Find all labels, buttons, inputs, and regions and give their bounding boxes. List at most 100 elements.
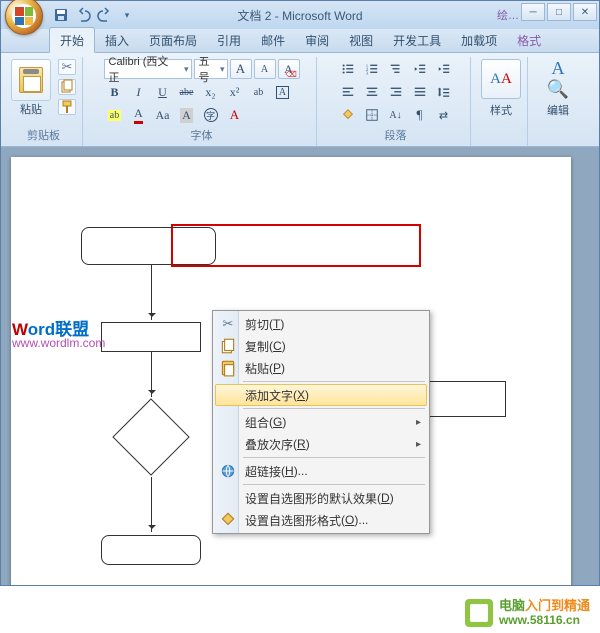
flowchart-decision[interactable]	[111, 397, 191, 477]
flowchart-arrow-1[interactable]	[151, 265, 152, 320]
editing-label: 编辑	[547, 102, 569, 118]
menu-add-text[interactable]: 添加文字(X)	[215, 384, 427, 406]
save-icon[interactable]	[53, 7, 69, 23]
shading-button[interactable]	[337, 105, 359, 125]
ribbon: 粘贴 ✂ 剪贴板 Calibri (西文正 五号 A A A⌫	[1, 53, 599, 147]
bullets-button[interactable]	[337, 59, 359, 79]
contextual-tab-group-label: 绘…	[497, 7, 519, 23]
menu-copy[interactable]: 复制(C)	[215, 335, 427, 357]
paragraph-group-label: 段落	[327, 125, 464, 146]
show-marks-button[interactable]: ¶	[409, 105, 431, 125]
menu-group-label: 组合	[245, 414, 269, 431]
menu-order[interactable]: 叠放次序(R)	[215, 433, 427, 455]
italic-button[interactable]: I	[128, 82, 150, 102]
align-right-button[interactable]	[385, 82, 407, 102]
watermark-url: www.wordlm.com	[12, 336, 105, 350]
group-paragraph: 123 A↓ ¶ ⇄	[321, 57, 471, 146]
borders-button[interactable]	[361, 105, 383, 125]
font-name-dropdown[interactable]: Calibri (西文正	[104, 59, 192, 79]
phonetic-guide-button[interactable]: ab	[248, 82, 270, 102]
strikethrough-button[interactable]: abe	[176, 82, 198, 102]
menu-copy-label: 复制	[245, 338, 269, 355]
subscript-button[interactable]: x₂	[200, 82, 222, 102]
flowchart-arrow-3[interactable]	[151, 477, 152, 532]
cut-icon: ✂	[219, 315, 237, 333]
minimize-button[interactable]: ─	[521, 3, 545, 21]
qat-dropdown-icon[interactable]: ▾	[119, 7, 135, 23]
menu-format-shape[interactable]: 设置自选图形格式(O)...	[215, 509, 427, 531]
group-editing: A 🔍 编辑	[532, 57, 584, 146]
numbering-button[interactable]: 123	[361, 59, 383, 79]
flowchart-arrow-2[interactable]	[151, 352, 152, 397]
cut-button[interactable]: ✂	[58, 59, 76, 75]
highlight-rectangle	[171, 224, 421, 267]
menu-defaults-label: 设置自选图形的默认效果	[245, 490, 377, 507]
justify-button[interactable]	[409, 82, 431, 102]
font-color-button[interactable]: A	[128, 105, 150, 125]
menu-paste[interactable]: 粘贴(P)	[215, 357, 427, 379]
char-shading-button[interactable]: A	[176, 105, 198, 125]
copy-button[interactable]	[58, 79, 76, 95]
font-group-label: 字体	[93, 125, 310, 146]
underline-button[interactable]: U	[152, 82, 174, 102]
grow-font-button[interactable]: A	[230, 59, 252, 79]
redo-icon[interactable]	[97, 7, 113, 23]
svg-text:3: 3	[365, 70, 368, 75]
bold-button[interactable]: B	[104, 82, 126, 102]
menu-group[interactable]: 组合(G)	[215, 411, 427, 433]
align-center-button[interactable]	[361, 82, 383, 102]
tab-format[interactable]: 格式	[507, 28, 551, 52]
tab-mailings[interactable]: 邮件	[251, 28, 295, 52]
format-shape-icon	[219, 511, 237, 529]
styles-button[interactable]: AA	[481, 59, 521, 99]
menu-order-label: 叠放次序	[245, 436, 293, 453]
align-left-button[interactable]	[337, 82, 359, 102]
group-styles: AA 样式	[475, 57, 528, 146]
menu-cut[interactable]: ✂ 剪切(T)	[215, 313, 427, 335]
menu-hyperlink-label: 超链接	[245, 463, 281, 480]
superscript-button[interactable]: x²	[224, 82, 246, 102]
menu-set-defaults[interactable]: 设置自选图形的默认效果(D)	[215, 487, 427, 509]
decrease-indent-button[interactable]	[409, 59, 431, 79]
multilevel-list-button[interactable]	[385, 59, 407, 79]
paste-icon	[19, 67, 43, 93]
flowchart-terminator-2[interactable]	[101, 535, 201, 565]
flowchart-process-1[interactable]	[101, 322, 201, 352]
clipboard-group-label: 剪贴板	[11, 125, 76, 146]
char-border-button[interactable]: A	[272, 82, 294, 102]
menu-format-shape-label: 设置自选图形格式	[245, 512, 341, 529]
tab-home[interactable]: 开始	[49, 27, 95, 53]
close-button[interactable]: ✕	[573, 3, 597, 21]
tab-addins[interactable]: 加载项	[451, 28, 507, 52]
paste-label: 粘贴	[20, 101, 42, 117]
highlight-button[interactable]: ab	[104, 105, 126, 125]
format-painter-button[interactable]	[58, 99, 76, 115]
shrink-font-button[interactable]: A	[254, 59, 276, 79]
tab-developer[interactable]: 开发工具	[383, 28, 451, 52]
find-icon: A	[552, 58, 565, 79]
menu-hyperlink[interactable]: 超链接(H)...	[215, 460, 427, 482]
menu-paste-label: 粘贴	[245, 360, 269, 377]
paste-button[interactable]	[11, 59, 51, 101]
font-size-dropdown[interactable]: 五号	[194, 59, 228, 79]
tab-review[interactable]: 审阅	[295, 28, 339, 52]
group-font: Calibri (西文正 五号 A A A⌫ B I U abe x₂ x² a…	[87, 57, 317, 146]
copy-icon	[219, 337, 237, 355]
tab-page-layout[interactable]: 页面布局	[139, 28, 207, 52]
enlarge-char-button[interactable]: A	[224, 105, 246, 125]
editing-button[interactable]: A 🔍	[538, 59, 578, 99]
tab-insert[interactable]: 插入	[95, 28, 139, 52]
undo-icon[interactable]	[75, 7, 91, 23]
styles-icon-a2: A	[501, 71, 512, 87]
sort-button[interactable]: A↓	[385, 105, 407, 125]
clear-formatting-button[interactable]: A⌫	[278, 59, 300, 79]
increase-indent-button[interactable]	[433, 59, 455, 79]
maximize-button[interactable]: □	[547, 3, 571, 21]
enclose-char-button[interactable]: 字	[200, 105, 222, 125]
line-spacing-button[interactable]	[433, 82, 455, 102]
tab-view[interactable]: 视图	[339, 28, 383, 52]
tab-references[interactable]: 引用	[207, 28, 251, 52]
footer-branding: 电脑入门到精通 www.58116.cn	[465, 599, 590, 627]
distribute-button[interactable]: ⇄	[433, 105, 455, 125]
change-case-button[interactable]: Aa	[152, 105, 174, 125]
